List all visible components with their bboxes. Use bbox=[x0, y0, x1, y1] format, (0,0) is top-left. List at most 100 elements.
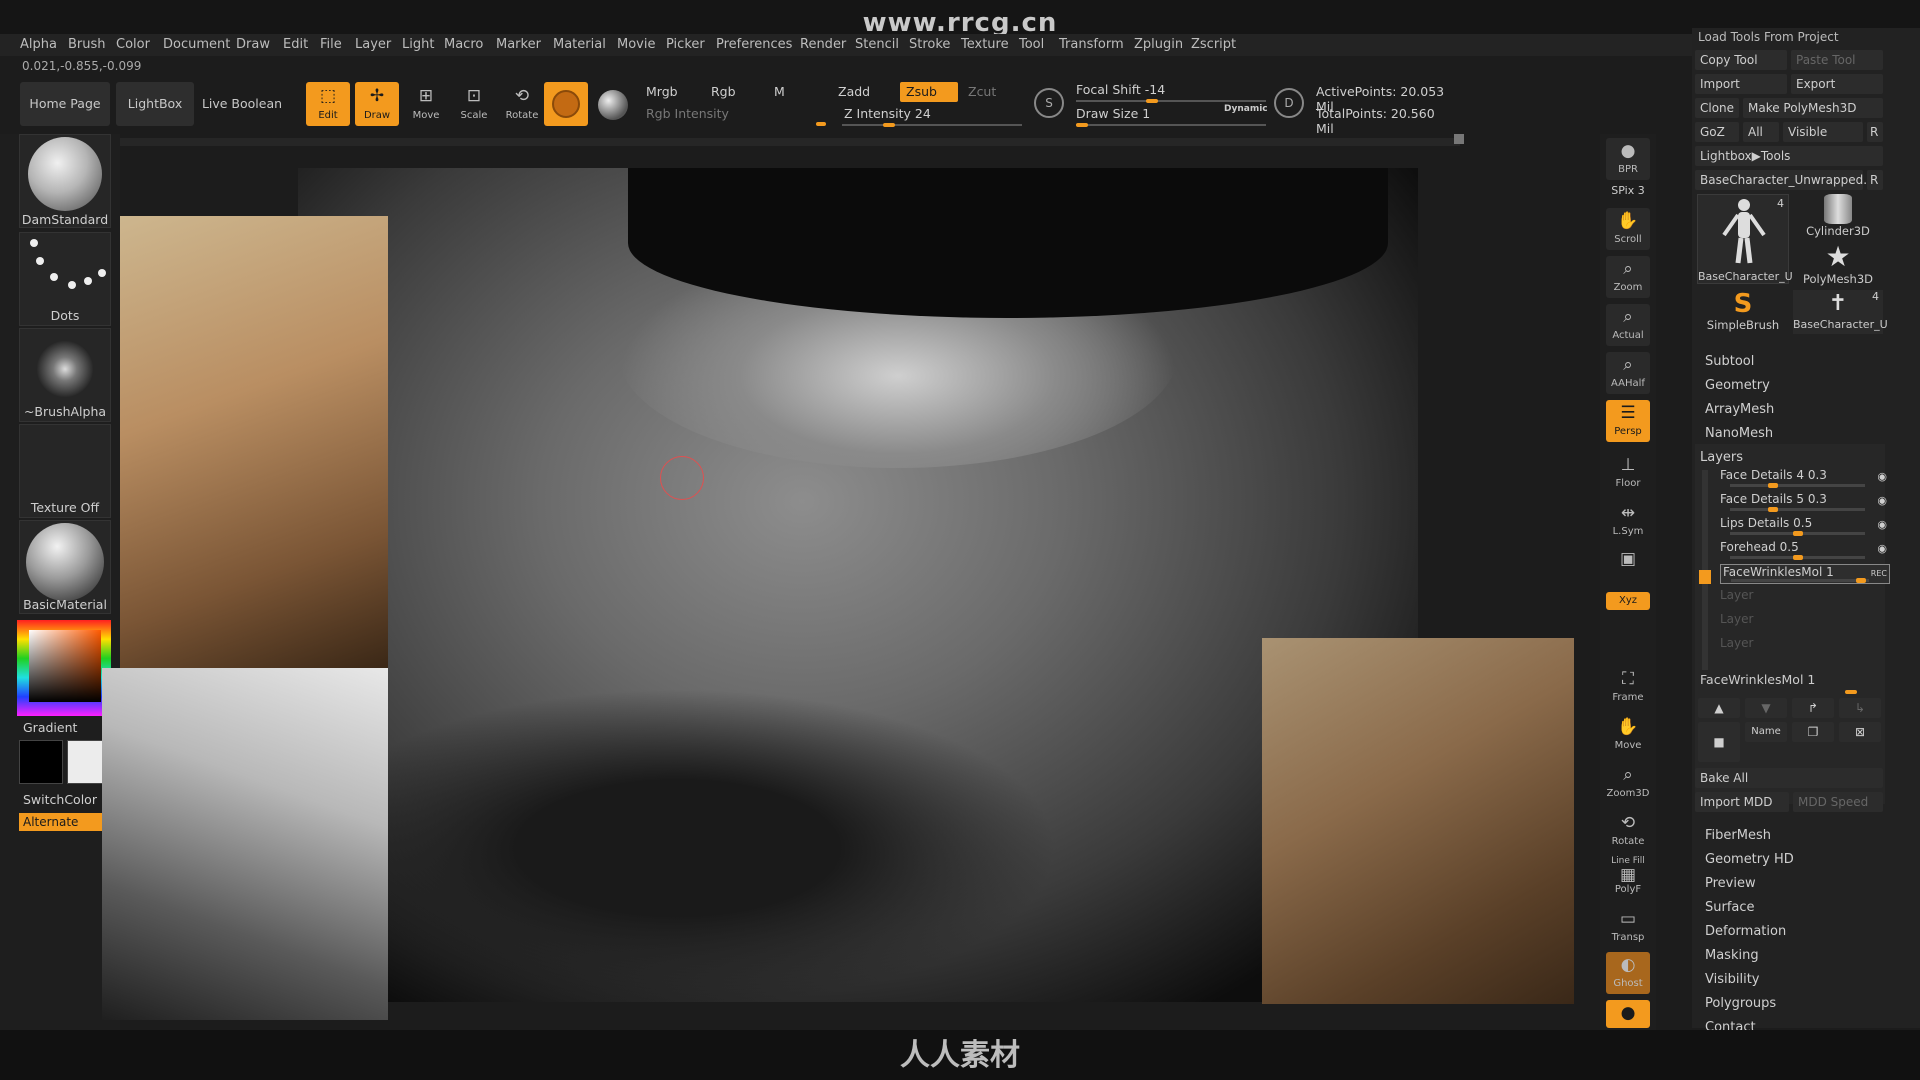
focal-shift-knob[interactable] bbox=[1146, 99, 1158, 103]
local-button[interactable]: ▣ bbox=[1606, 546, 1650, 588]
z-intensity-knob[interactable] bbox=[882, 123, 895, 127]
goz-all-button[interactable]: All bbox=[1743, 122, 1779, 142]
eye-icon[interactable]: ◉ bbox=[1877, 494, 1887, 507]
focal-shift-slider[interactable]: Focal Shift -14 bbox=[1076, 82, 1165, 97]
draw-size-track[interactable] bbox=[1076, 124, 1266, 126]
goz-button[interactable]: GoZ bbox=[1695, 122, 1739, 142]
mrgb-button[interactable]: Mrgb bbox=[646, 84, 678, 99]
layer-row-empty[interactable]: Layer bbox=[1720, 636, 1885, 656]
menu-alpha[interactable]: Alpha bbox=[20, 37, 57, 52]
goz-visible-button[interactable]: Visible bbox=[1783, 122, 1863, 142]
aahalf-button[interactable]: ⌕ AAHalf bbox=[1606, 352, 1650, 394]
geometry-hd-section[interactable]: Geometry HD bbox=[1705, 852, 1794, 867]
deformation-section[interactable]: Deformation bbox=[1705, 924, 1786, 939]
rgb-intensity-slider[interactable]: Rgb Intensity bbox=[646, 106, 729, 121]
fibermesh-section[interactable]: FiberMesh bbox=[1705, 828, 1771, 843]
draw-button[interactable]: ✢ Draw bbox=[355, 82, 399, 126]
nanomesh-section[interactable]: NanoMesh bbox=[1705, 426, 1773, 441]
tool-thumb-simplebrush[interactable]: S SimpleBrush bbox=[1697, 290, 1789, 334]
mdd-speed-slider[interactable]: MDD Speed bbox=[1793, 792, 1883, 812]
layer-duplicate-button[interactable]: ❐ bbox=[1792, 722, 1834, 742]
layers-title[interactable]: Layers bbox=[1700, 450, 1743, 465]
load-tools-from-project-button[interactable]: Load Tools From Project bbox=[1698, 30, 1839, 44]
toolbar-scroll-handle[interactable] bbox=[1454, 134, 1464, 144]
menu-movie[interactable]: Movie bbox=[617, 37, 655, 52]
lightbox-tools-button[interactable]: Lightbox▶Tools bbox=[1695, 146, 1883, 166]
subtool-section[interactable]: Subtool bbox=[1705, 354, 1754, 369]
zadd-button[interactable]: Zadd bbox=[838, 84, 870, 99]
layer-delete-button[interactable]: ⊠ bbox=[1839, 722, 1881, 742]
dynamic-toggle[interactable]: Dynamic bbox=[1224, 104, 1268, 114]
export-button[interactable]: Export bbox=[1791, 74, 1883, 94]
home-page-button[interactable]: Home Page bbox=[20, 82, 110, 126]
ghost-button[interactable]: ◐ Ghost bbox=[1606, 952, 1650, 994]
edit-button[interactable]: ⬚ Edit bbox=[306, 82, 350, 126]
active-layer-slider[interactable]: FaceWrinklesMol 1 bbox=[1700, 672, 1815, 687]
menu-preferences[interactable]: Preferences bbox=[716, 37, 792, 52]
color-picker[interactable] bbox=[17, 620, 111, 716]
material-swatch-button[interactable] bbox=[544, 82, 588, 126]
layer-strength-knob[interactable] bbox=[1767, 507, 1778, 512]
eye-icon[interactable]: ◉ bbox=[1877, 518, 1887, 531]
solo-button[interactable]: ● bbox=[1606, 1000, 1650, 1028]
lightbox-button[interactable]: LightBox bbox=[116, 82, 194, 126]
import-mdd-button[interactable]: Import MDD bbox=[1695, 792, 1789, 812]
move-button[interactable]: ⊞ Move bbox=[404, 82, 448, 126]
lsym-button[interactable]: ⇹ L.Sym bbox=[1606, 500, 1650, 542]
zoom-button[interactable]: ⌕ Zoom bbox=[1606, 256, 1650, 298]
layer-name-button[interactable]: Name bbox=[1745, 722, 1787, 742]
masking-section[interactable]: Masking bbox=[1705, 948, 1759, 963]
import-button[interactable]: Import bbox=[1695, 74, 1787, 94]
focal-shift-icon[interactable]: S bbox=[1034, 88, 1064, 118]
clone-button[interactable]: Clone bbox=[1695, 98, 1739, 118]
layer-up-button[interactable]: ▲ bbox=[1698, 698, 1740, 718]
goz-r-button[interactable]: R bbox=[1867, 122, 1883, 142]
visibility-section[interactable]: Visibility bbox=[1705, 972, 1759, 987]
menu-brush[interactable]: Brush bbox=[68, 37, 106, 52]
persp-button[interactable]: ☰ Persp bbox=[1606, 400, 1650, 442]
menu-color[interactable]: Color bbox=[116, 37, 150, 52]
current-tool-r-button[interactable]: R bbox=[1867, 170, 1883, 190]
layer-strength-knob[interactable] bbox=[1792, 531, 1803, 536]
copy-tool-button[interactable]: Copy Tool bbox=[1695, 50, 1787, 70]
menu-zplugin[interactable]: Zplugin bbox=[1134, 37, 1183, 52]
tool-thumb-basecharacter[interactable]: 4 BaseCharacter_U bbox=[1697, 194, 1793, 284]
zcut-button[interactable]: Zcut bbox=[968, 84, 996, 99]
z-intensity-slider[interactable]: Z Intensity 24 bbox=[844, 106, 931, 121]
tool-thumb-basecharacter-2[interactable]: 4 ✝ BaseCharacter_U bbox=[1793, 290, 1888, 334]
bpr-button[interactable]: ● BPR bbox=[1606, 138, 1650, 180]
menu-document[interactable]: Document bbox=[163, 37, 230, 52]
frame-button[interactable]: ⛶ Frame bbox=[1606, 666, 1650, 708]
layer-row-empty[interactable]: Layer bbox=[1720, 612, 1885, 632]
scale-button[interactable]: ⊡ Scale bbox=[452, 82, 496, 126]
layer-row-empty[interactable]: Layer bbox=[1720, 588, 1885, 608]
rgb-intensity-knob[interactable] bbox=[816, 122, 826, 126]
move-view-button[interactable]: ✋ Move bbox=[1606, 714, 1650, 756]
gradient-sphere-icon[interactable] bbox=[598, 90, 628, 120]
menu-render[interactable]: Render bbox=[800, 37, 846, 52]
menu-draw[interactable]: Draw bbox=[236, 37, 270, 52]
menu-edit[interactable]: Edit bbox=[283, 37, 308, 52]
live-boolean-button[interactable]: Live Boolean bbox=[200, 82, 284, 126]
layer-row[interactable]: Forehead 0.5 ◉ bbox=[1720, 540, 1887, 560]
make-polymesh3d-button[interactable]: Make PolyMesh3D bbox=[1743, 98, 1883, 118]
menu-zscript[interactable]: Zscript bbox=[1191, 37, 1236, 52]
geometry-section[interactable]: Geometry bbox=[1705, 378, 1770, 393]
layer-row[interactable]: Face Details 5 0.3 ◉ bbox=[1720, 492, 1887, 512]
layer-row-active[interactable]: FaceWrinklesMol 1 REC bbox=[1720, 564, 1890, 584]
layer-strength-knob[interactable] bbox=[1767, 483, 1778, 488]
menu-layer[interactable]: Layer bbox=[355, 37, 391, 52]
floor-button[interactable]: ⊥ Floor bbox=[1606, 452, 1650, 494]
z-intensity-track[interactable] bbox=[842, 124, 1022, 126]
menu-texture[interactable]: Texture bbox=[961, 37, 1009, 52]
rotate-button[interactable]: ⟲ Rotate bbox=[500, 82, 544, 126]
layer-down-button[interactable]: ▼ bbox=[1745, 698, 1787, 718]
alternate-button[interactable]: Alternate bbox=[19, 813, 111, 831]
zoom3d-button[interactable]: ⌕ Zoom3D bbox=[1606, 762, 1650, 804]
current-tool-selector[interactable]: BaseCharacter_Unwrapped. bbox=[1695, 170, 1867, 190]
bake-all-button[interactable]: Bake All bbox=[1695, 768, 1883, 788]
menu-marker[interactable]: Marker bbox=[496, 37, 541, 52]
menu-macro[interactable]: Macro bbox=[444, 37, 483, 52]
spix-slider[interactable]: SPix 3 bbox=[1606, 184, 1650, 197]
layer-split-button[interactable]: ↱ bbox=[1792, 698, 1834, 718]
